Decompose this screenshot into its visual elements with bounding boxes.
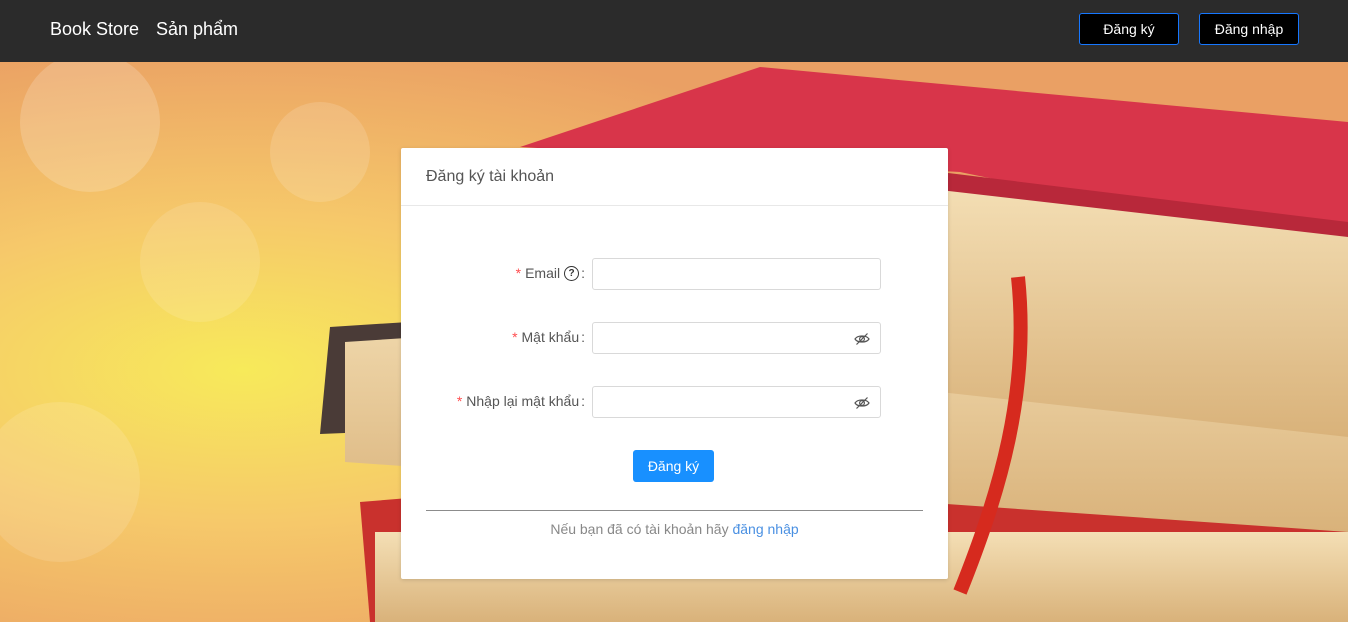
register-card-title: Đăng ký tài khoản bbox=[401, 148, 948, 206]
label-colon: : bbox=[581, 329, 585, 345]
register-submit-button[interactable]: Đăng ký bbox=[633, 450, 714, 482]
confirm-password-label: * Nhập lại mật khẩu : bbox=[457, 393, 585, 409]
login-prompt-text: Nếu bạn đã có tài khoản hãy bbox=[550, 521, 729, 537]
label-colon: : bbox=[581, 265, 585, 281]
brand-link[interactable]: Book Store bbox=[50, 19, 139, 40]
password-field-wrapper bbox=[592, 322, 881, 354]
confirm-password-field-wrapper bbox=[592, 386, 881, 418]
required-mark: * bbox=[515, 265, 522, 281]
register-nav-button[interactable]: Đăng ký bbox=[1079, 13, 1179, 45]
confirm-password-row: * Nhập lại mật khẩu : bbox=[401, 386, 948, 418]
email-label-text: Email bbox=[525, 265, 561, 281]
divider bbox=[426, 510, 923, 511]
confirm-password-input[interactable] bbox=[593, 387, 880, 417]
login-link[interactable]: đăng nhập bbox=[732, 521, 798, 537]
required-mark: * bbox=[456, 393, 463, 409]
password-label: * Mật khẩu : bbox=[512, 329, 585, 345]
register-card: Đăng ký tài khoản * Email ? : * Mật khẩu… bbox=[401, 148, 948, 579]
nav-products-link[interactable]: Sản phẩm bbox=[156, 19, 238, 40]
password-label-text: Mật khẩu bbox=[521, 329, 580, 345]
password-row: * Mật khẩu : bbox=[401, 322, 948, 354]
eye-invisible-icon[interactable] bbox=[854, 331, 870, 347]
top-navbar: Book Store Sản phẩm Đăng ký Đăng nhập bbox=[0, 0, 1348, 62]
required-mark: * bbox=[512, 329, 518, 345]
email-row: * Email ? : bbox=[401, 258, 948, 290]
question-circle-icon[interactable]: ? bbox=[564, 265, 580, 281]
label-colon: : bbox=[581, 393, 585, 409]
password-input[interactable] bbox=[593, 323, 880, 353]
email-label: * Email ? : bbox=[516, 265, 585, 281]
email-field-wrapper bbox=[592, 258, 881, 290]
login-nav-button[interactable]: Đăng nhập bbox=[1199, 13, 1299, 45]
email-input[interactable] bbox=[593, 259, 880, 289]
confirm-password-label-text: Nhập lại mật khẩu bbox=[466, 393, 580, 409]
eye-invisible-icon[interactable] bbox=[854, 395, 870, 411]
login-prompt: Nếu bạn đã có tài khoản hãy đăng nhập bbox=[401, 521, 948, 537]
